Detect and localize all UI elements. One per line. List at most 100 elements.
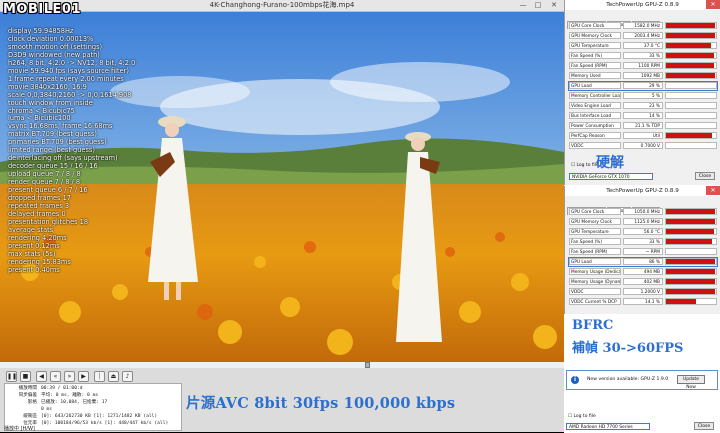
sensor-label[interactable]: Power Consumption: [569, 122, 621, 129]
sensor-row: Fan Speed (RPM) 1100 RPM: [569, 62, 717, 70]
sensor-graph-fill: [666, 259, 715, 264]
sensor-graph-fill: [666, 63, 714, 68]
sensor-graph-fill: [666, 209, 715, 214]
stats-value: 已播放: 10,084, 已捨棄: 17: [41, 400, 108, 405]
sensor-value: 402 MB: [623, 278, 663, 285]
minimize-icon[interactable]: —: [516, 1, 530, 10]
sensor-label[interactable]: GPU Load: [569, 82, 621, 89]
sensor-graph-fill: [666, 299, 696, 304]
sensor-graph: [665, 142, 717, 149]
sensor-label[interactable]: Memory Used: [569, 72, 621, 79]
osd-line: present 0.40ms: [8, 265, 60, 274]
device-select[interactable]: AMD Radeon HD 7700 Series: [566, 423, 650, 430]
close-icon[interactable]: ✕: [706, 186, 720, 195]
maximize-icon[interactable]: □: [531, 1, 545, 10]
sensor-row: GPU Core Clock 1050.0 MHz: [569, 208, 717, 216]
sensor-label[interactable]: GPU Core Clock: [569, 208, 621, 215]
sensor-value: 494 MB: [623, 268, 663, 275]
volume-icon[interactable]: ♪: [122, 371, 133, 382]
update-now-button[interactable]: Update Now: [677, 375, 705, 390]
device-select[interactable]: NVIDIA GeForce GTX 1070: [569, 173, 653, 180]
rewind-icon[interactable]: «: [50, 371, 61, 382]
sensor-label[interactable]: Fan Speed (RPM): [569, 62, 621, 69]
open-icon[interactable]: ⏏: [108, 371, 119, 382]
sensor-graph-fill: [666, 229, 714, 234]
sensor-label[interactable]: Fan Speed (%): [569, 52, 621, 59]
sensor-graph-fill: [666, 73, 715, 78]
sensor-row: GPU Temperature 37.0 °C: [569, 42, 717, 50]
sensor-value: 33 %: [623, 52, 663, 59]
stats-label: 影格: [27, 400, 37, 405]
sensor-list: GPU Core Clock 1050.0 MHz GPU Memory Clock…: [565, 208, 720, 312]
sensor-value: 1050.0 MHz: [623, 208, 663, 215]
playback-stats-panel: 播放時間 00:39 / 01:00:d 同步偏差 平均: 0 ms, 離散: 0 m…: [4, 383, 182, 431]
sensor-row: GPU Memory Clock 2003.4 MHz: [569, 32, 717, 40]
step-icon[interactable]: ⏐: [94, 371, 105, 382]
sensor-value: 86 %: [623, 258, 663, 265]
sensor-label[interactable]: Fan Speed (%): [569, 238, 621, 245]
sensor-row: Memory Usage (Dynamic)402 MB: [569, 278, 717, 286]
sensor-label[interactable]: GPU Memory Clock: [569, 218, 621, 225]
sensor-graph-fill: [666, 33, 715, 38]
info-icon: i: [571, 376, 579, 384]
close-icon[interactable]: ✕: [706, 0, 720, 9]
sensor-row: Fan Speed (%) 33 %: [569, 238, 717, 246]
mobile01-logo: MOBILE01: [3, 2, 81, 17]
stats-value: 0 ms: [41, 407, 53, 412]
sensor-label[interactable]: Memory Usage (Dynamic): [569, 278, 621, 285]
log-to-file[interactable]: ☐ Log to file: [568, 414, 596, 419]
sensor-value: 56.0 °C: [623, 228, 663, 235]
sensor-graph: [665, 82, 717, 89]
sensor-row: GPU Load 29 %: [568, 81, 718, 91]
sensor-label[interactable]: Bus Interface Load: [569, 112, 621, 119]
sensor-label[interactable]: Video Engine Load: [569, 102, 621, 109]
stats-row: 影格 已播放: 10,084, 已捨棄: 17: [7, 400, 108, 406]
stop-icon[interactable]: ■: [20, 371, 31, 382]
log-to-file[interactable]: ☐ Log to file: [571, 163, 599, 168]
sensor-graph-fill: [666, 23, 715, 28]
sensor-value: 37.0 °C: [623, 42, 663, 49]
sensor-label[interactable]: Memory Usage (Dedicated): [569, 268, 621, 275]
sensor-label[interactable]: Memory Controller Load: [569, 92, 621, 99]
sensor-value: 1.2000 V: [623, 288, 663, 295]
sensor-value: Util: [623, 132, 663, 139]
sensor-graph-fill: [666, 289, 715, 294]
sensor-label[interactable]: PerfCap Reason: [569, 132, 621, 139]
sensor-label[interactable]: GPU Temperature: [569, 42, 621, 49]
stats-label: 緩衝區: [23, 414, 37, 419]
sensor-label[interactable]: VDDC Current % DCP: [569, 298, 621, 305]
sensor-row: VDDC 0.7000 V: [569, 142, 717, 150]
bfrc-caption: BFRC: [572, 318, 614, 333]
sensor-label[interactable]: GPU Temperature: [569, 228, 621, 235]
sensor-row: VDDC 1.2000 V: [569, 288, 717, 296]
close-button[interactable]: Close: [695, 172, 715, 180]
sensor-graph: [665, 228, 717, 235]
sensor-graph-fill: [666, 279, 715, 284]
sensor-label[interactable]: VDDC: [569, 142, 621, 149]
sensor-graph: [665, 42, 717, 49]
sensor-value: 2003.4 MHz: [623, 32, 663, 39]
close-icon[interactable]: ✕: [547, 1, 561, 10]
sensor-graph-fill: [666, 43, 711, 48]
next-icon[interactable]: ▶: [78, 371, 89, 382]
pause-icon[interactable]: ❚❚: [6, 371, 17, 382]
sensor-label[interactable]: GPU Core Clock: [569, 22, 621, 29]
previous-icon[interactable]: ◀: [36, 371, 47, 382]
sensor-graph: [665, 52, 717, 59]
sensor-label[interactable]: GPU Load: [569, 258, 621, 265]
sensor-label[interactable]: VDDC: [569, 288, 621, 295]
sensor-label[interactable]: Fan Speed (RPM): [569, 248, 621, 255]
stats-label: 同步偏差: [18, 393, 37, 398]
sensor-graph: [665, 278, 717, 285]
update-text: New version available: GPU-Z 1.9.0: [587, 377, 669, 382]
stats-row: 播放時間 00:39 / 01:00:d: [7, 386, 83, 392]
sensor-graph: [665, 62, 717, 69]
sensor-label[interactable]: GPU Memory Clock: [569, 32, 621, 39]
sensor-graph: [665, 298, 717, 305]
close-button[interactable]: Close: [694, 422, 714, 430]
log-to-file-label: Log to file: [573, 414, 596, 419]
stats-row: 0 ms: [7, 407, 52, 413]
forward-icon[interactable]: »: [64, 371, 75, 382]
sensor-value: 5 %: [623, 92, 663, 99]
sensor-graph: [665, 92, 717, 99]
